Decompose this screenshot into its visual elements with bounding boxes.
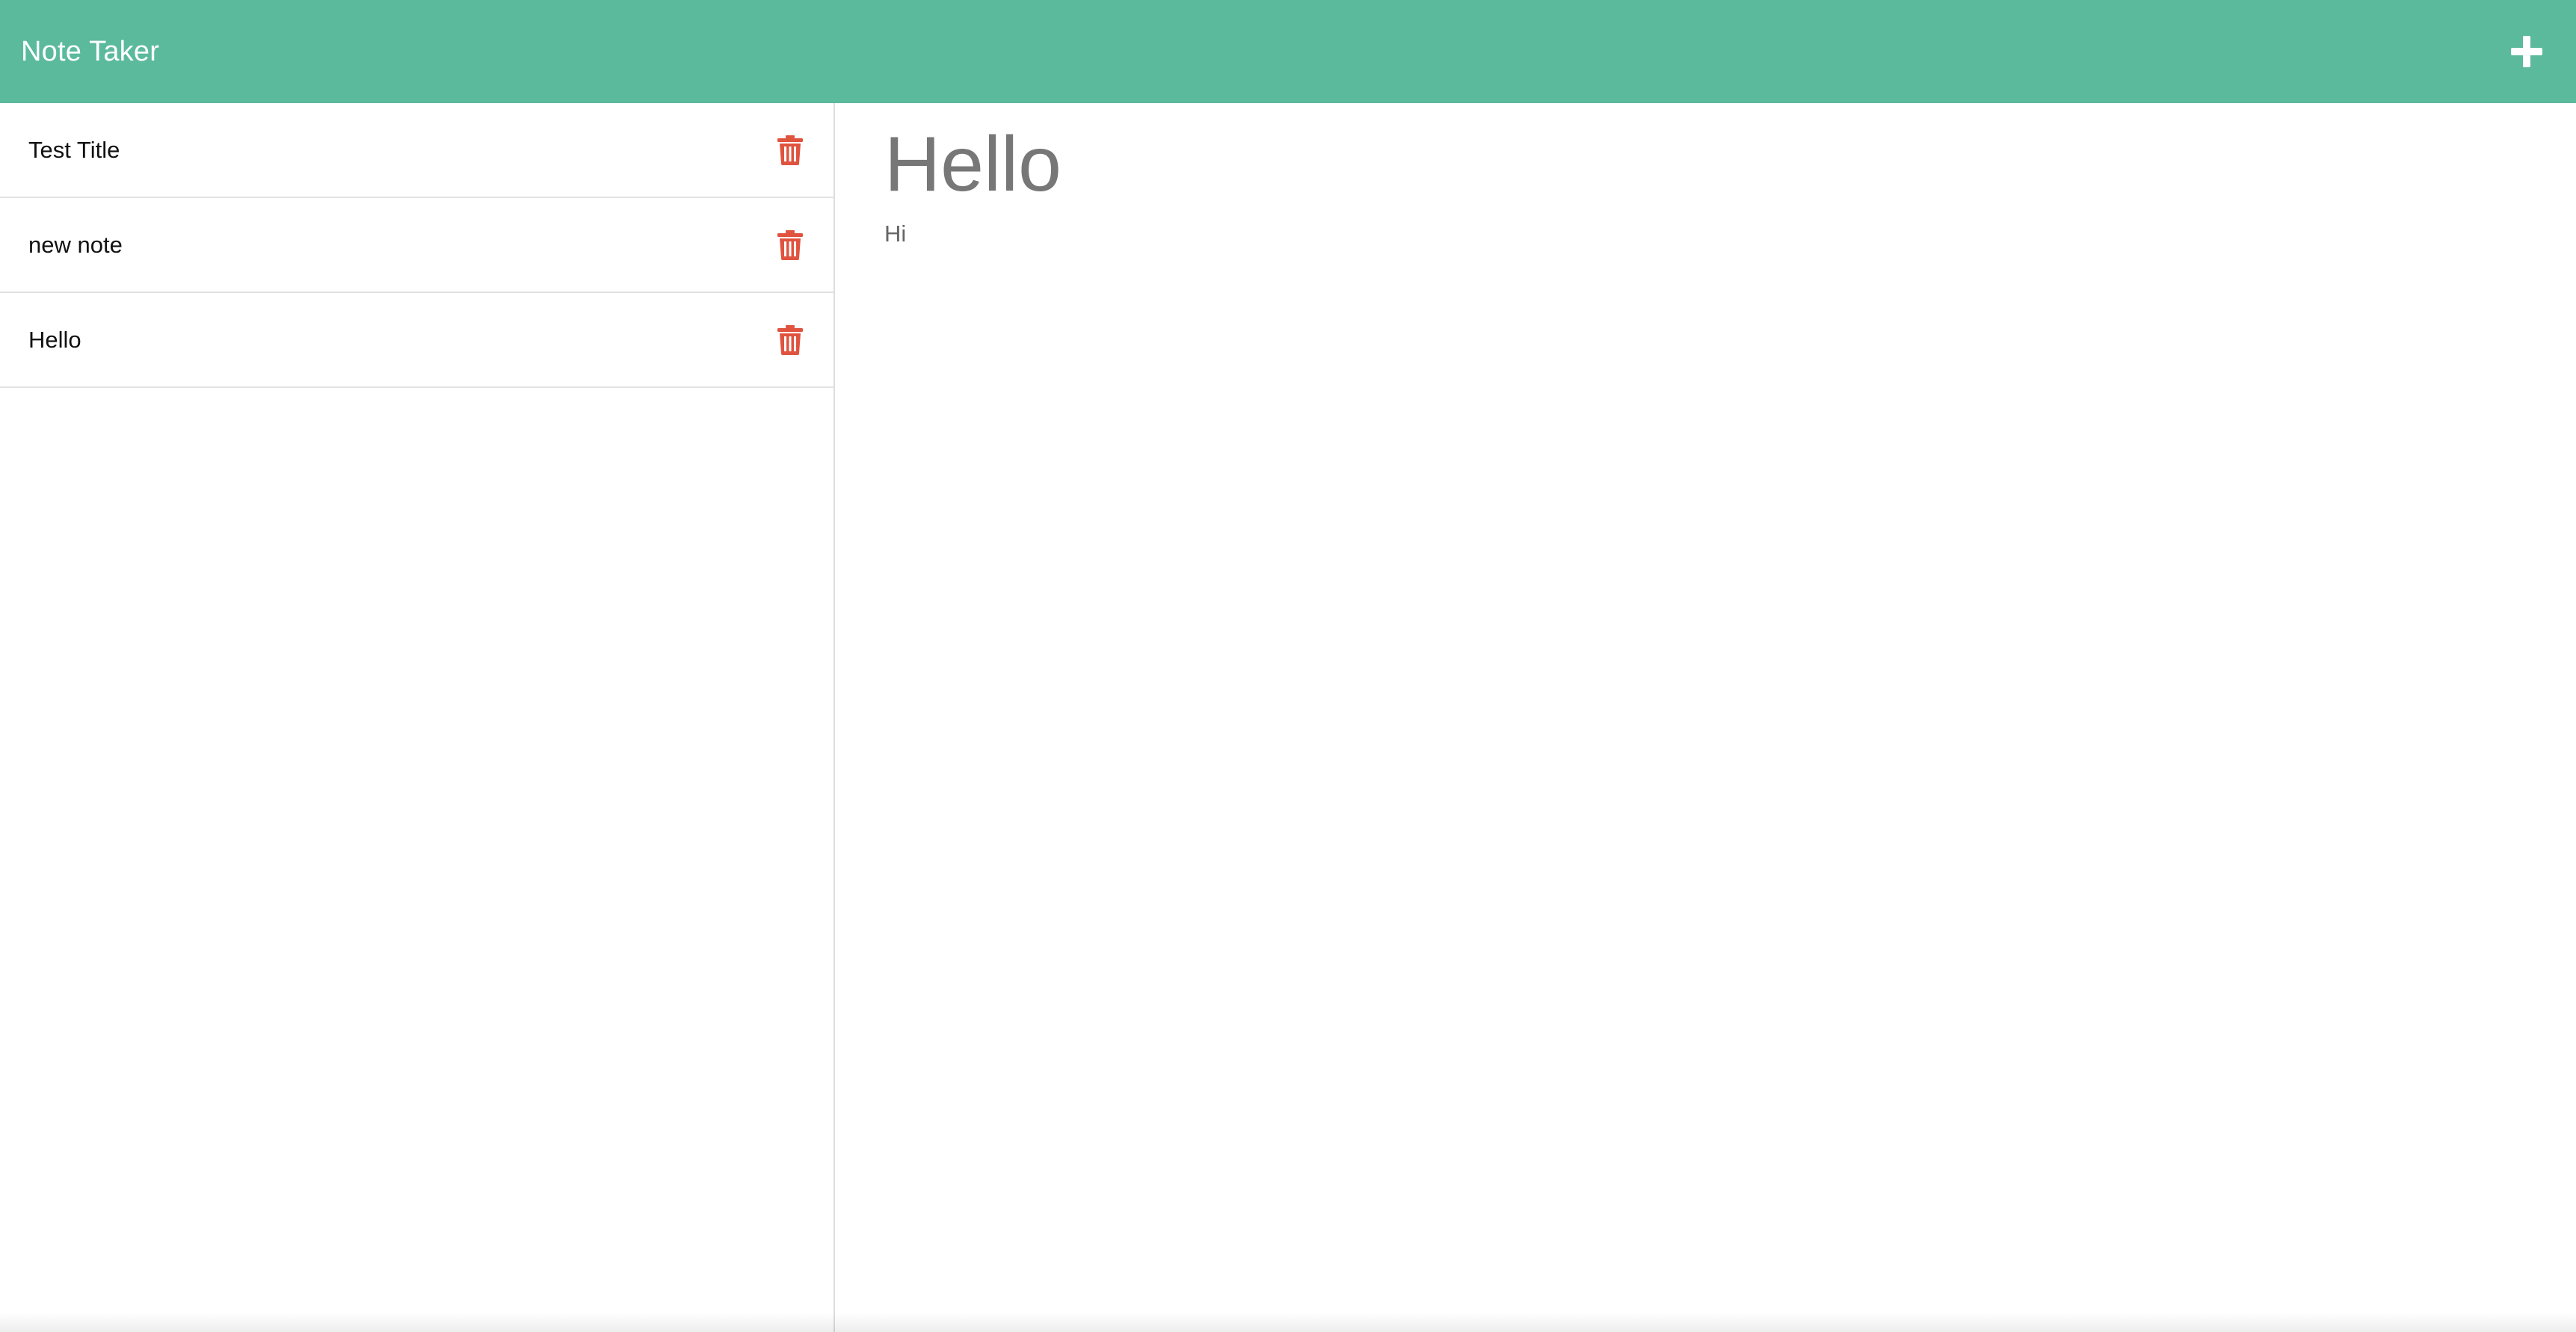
navbar: Note Taker bbox=[0, 0, 2576, 103]
app-title[interactable]: Note Taker bbox=[21, 36, 159, 68]
list-item[interactable]: Hello bbox=[0, 293, 833, 388]
plus-icon bbox=[2511, 36, 2542, 67]
delete-note-button[interactable] bbox=[774, 324, 807, 357]
note-editor: Hello Hi bbox=[836, 103, 2576, 1332]
delete-note-button[interactable] bbox=[774, 229, 807, 262]
delete-note-button[interactable] bbox=[774, 134, 807, 167]
trash-icon bbox=[777, 135, 803, 165]
list-item[interactable]: Test Title bbox=[0, 103, 833, 198]
new-note-button[interactable] bbox=[2497, 22, 2557, 81]
note-title: Test Title bbox=[28, 136, 120, 163]
note-title-input[interactable]: Hello bbox=[884, 118, 2576, 212]
note-list: Test Title new note Hello bbox=[0, 103, 835, 1332]
note-title: Hello bbox=[28, 326, 81, 353]
trash-icon bbox=[777, 229, 803, 260]
list-item[interactable]: new note bbox=[0, 198, 833, 293]
note-body-textarea[interactable]: Hi bbox=[884, 221, 2576, 247]
note-title: new note bbox=[28, 231, 123, 258]
trash-icon bbox=[777, 324, 803, 355]
